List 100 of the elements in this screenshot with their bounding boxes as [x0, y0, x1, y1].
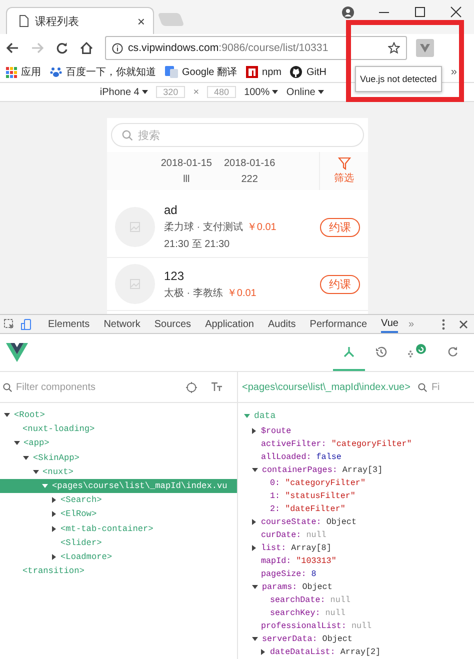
component-tree-item[interactable]: <nuxt> [0, 464, 237, 479]
close-icon[interactable] [459, 320, 468, 328]
devtools-tab[interactable]: Network [104, 316, 140, 332]
devtools-tab[interactable]: Performance [310, 316, 368, 332]
apps-grid-icon [6, 66, 17, 78]
data-section-header[interactable]: data [238, 408, 474, 424]
component-tree-item[interactable]: <SkinApp> [0, 450, 237, 465]
network-select[interactable]: Online [286, 86, 324, 98]
width-field[interactable]: 320 [156, 86, 186, 98]
data-property: containerPages: Array[3] [262, 464, 383, 474]
bookmark-link[interactable]: npm [246, 66, 282, 78]
toggle-icon[interactable] [252, 468, 258, 472]
search-icon [122, 130, 133, 140]
height-field[interactable]: 480 [207, 86, 236, 98]
component-tree-item[interactable]: <Loadmore> [0, 550, 237, 564]
browser-tab[interactable]: 课程列表 × [6, 7, 154, 34]
target-icon[interactable] [186, 382, 197, 392]
bookmark-link[interactable]: GitH [290, 66, 326, 78]
bookmark-link[interactable]: Google 翻译 [165, 65, 238, 79]
component-tree-item[interactable]: <Slider> [0, 536, 237, 550]
toggle-icon[interactable] [14, 441, 20, 446]
toggle-icon[interactable] [252, 544, 256, 550]
date-tab[interactable]: 2018-01-15 lll [160, 152, 212, 190]
device-mode-icon[interactable] [21, 318, 32, 330]
data-property: $route [261, 426, 292, 436]
kebab-menu-icon[interactable] [442, 318, 446, 330]
address-field[interactable]: cs.vipwindows.com:9086/course/list/10331 [105, 36, 407, 60]
component-tree-item[interactable]: <pages\course\list\_mapId\index.vu [0, 478, 237, 494]
toggle-icon[interactable] [52, 526, 56, 532]
toggle-icon[interactable] [244, 414, 250, 418]
data-property: curDate: null [261, 530, 326, 540]
data-property: courseState: Object [261, 516, 356, 526]
refresh-icon [447, 346, 458, 357]
data-property: searchDate: null [270, 594, 350, 604]
data-property: 0: "categoryFilter" [270, 478, 366, 488]
component-tree-item[interactable]: <Root> [0, 408, 237, 422]
toggle-icon[interactable] [252, 428, 256, 434]
component-tree-icon [343, 346, 355, 358]
book-button[interactable]: 约课 [320, 218, 360, 236]
devtools-tab[interactable]: Elements [48, 316, 90, 332]
component-tree-item[interactable]: <Search> [0, 493, 237, 508]
toggle-icon[interactable] [52, 497, 56, 504]
paw-icon [50, 66, 62, 78]
close-icon[interactable] [450, 6, 462, 18]
data-property: searchKey: null [270, 608, 346, 618]
filter-state-field[interactable]: Fi [431, 382, 440, 392]
search-field[interactable]: 搜索 [111, 123, 364, 147]
devtools-tab[interactable]: Application [205, 316, 254, 332]
inspect-icon[interactable] [4, 318, 15, 330]
bookmark-link[interactable]: 应用 [6, 65, 41, 79]
home-icon[interactable] [80, 42, 93, 54]
devtools-tab[interactable]: Vue [381, 316, 398, 332]
data-property: allLoaded: false [261, 452, 342, 462]
npm-icon [246, 66, 258, 78]
back-icon[interactable] [6, 42, 19, 54]
toggle-icon[interactable] [52, 554, 56, 560]
component-name: <pages\course\list\_mapId\index.vue> [242, 382, 410, 392]
reload-icon[interactable] [56, 42, 68, 54]
course-price: ￥0.01 [226, 286, 256, 300]
component-tree-item[interactable]: <ElRow> [0, 507, 237, 522]
zoom-select[interactable]: 100% [244, 86, 278, 98]
funnel-icon [338, 157, 350, 170]
more-tabs-button[interactable]: » [408, 318, 414, 330]
toggle-icon[interactable] [252, 584, 258, 588]
caret-icon [318, 90, 324, 94]
component-tree-item[interactable]: <nuxt-loading> [0, 422, 237, 436]
component-tree-item[interactable]: <mt-tab-container> [0, 522, 237, 536]
star-icon[interactable] [388, 42, 400, 54]
toggle-icon[interactable] [32, 470, 38, 474]
vue-extension-icon[interactable] [416, 39, 434, 57]
devtools-tab[interactable]: Audits [268, 316, 296, 332]
times-sign: × [193, 86, 200, 98]
toggle-icon[interactable] [252, 518, 256, 524]
course-price: ￥0.01 [246, 221, 276, 234]
caret-icon [142, 90, 148, 94]
url-text: cs.vipwindows.com:9086/course/list/10331 [128, 42, 328, 54]
maximize-icon[interactable] [414, 6, 426, 18]
more-bookmarks-button[interactable]: » [450, 66, 457, 78]
component-tree-item[interactable]: <transition> [0, 564, 237, 578]
text-size-icon[interactable] [211, 382, 223, 392]
bookmark-link[interactable]: 百度一下，你就知道 [50, 65, 156, 79]
toggle-icon[interactable] [52, 511, 56, 518]
toggle-icon[interactable] [252, 636, 258, 640]
filter-button[interactable]: 筛选 [319, 152, 368, 190]
book-button[interactable]: 约课 [320, 274, 360, 294]
course-title: 123 [164, 268, 186, 282]
profile-icon[interactable] [342, 6, 354, 18]
date-tab[interactable]: 2018-01-16 222 [224, 152, 276, 190]
data-property: professionalList: null [261, 620, 372, 630]
image-icon [130, 222, 140, 232]
tab-close-button[interactable]: × [137, 14, 145, 28]
component-tree-item[interactable]: <app> [0, 436, 237, 451]
toggle-icon[interactable] [4, 413, 10, 418]
device-select[interactable]: iPhone 4 [100, 86, 148, 98]
data-property: mapId: "103313" [261, 556, 336, 566]
devtools-tab[interactable]: Sources [154, 316, 192, 332]
filter-field[interactable]: Filter components [3, 382, 172, 392]
vuex-icon [407, 344, 427, 360]
toggle-icon[interactable] [23, 456, 29, 460]
toggle-icon[interactable] [261, 648, 265, 654]
